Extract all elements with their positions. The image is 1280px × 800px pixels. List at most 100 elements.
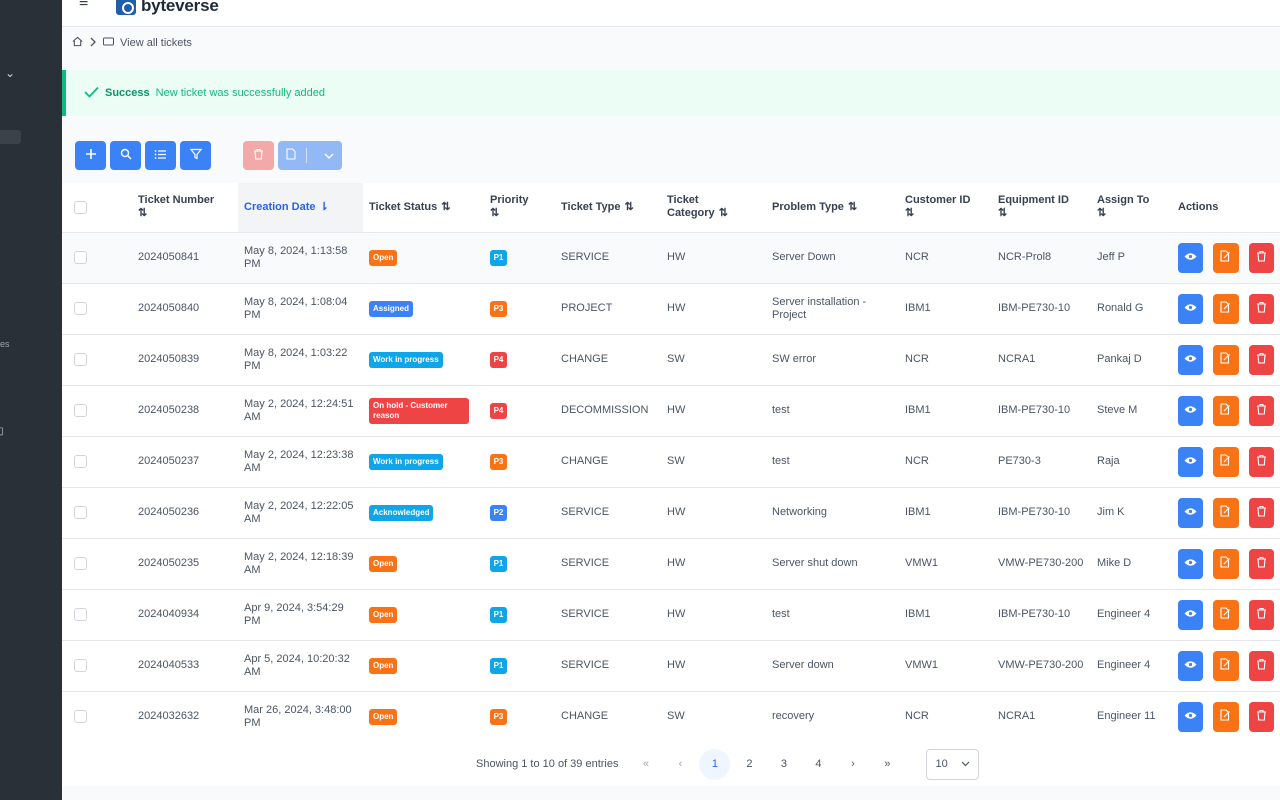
row-checkbox[interactable] [74,608,87,621]
breadcrumb: View all tickets [72,35,192,51]
table-row[interactable]: 2024050840 May 8, 2024, 1:08:04 PM Assigne… [62,283,1280,335]
view-ticket-button[interactable] [1178,701,1204,732]
next-page-button[interactable]: › [837,749,868,780]
edit-icon [1220,556,1231,571]
search-button[interactable] [110,141,141,170]
page-button-4[interactable]: 4 [803,749,834,780]
columns-button[interactable] [145,141,176,170]
row-checkbox[interactable] [74,506,87,519]
actions-cell [1172,283,1280,335]
creation-date: May 8, 2024, 1:08:04 PM [238,283,363,335]
sort-icon: ⇅ [998,207,1008,220]
page-size-select[interactable]: 10 [926,748,980,780]
view-ticket-button[interactable] [1178,242,1204,273]
column-problem-type[interactable]: Problem Type ⇅ [766,183,899,233]
edit-ticket-button[interactable] [1213,548,1239,579]
row-checkbox[interactable] [74,710,87,723]
edit-ticket-button[interactable] [1213,395,1239,426]
first-page-button[interactable]: « [630,749,661,780]
logo[interactable]: byteverse [116,0,219,16]
table-row[interactable]: 2024050841 May 8, 2024, 1:13:58 PM Open P1 S… [62,232,1280,284]
add-ticket-button[interactable] [75,141,106,170]
ticket-category: HW [661,640,766,692]
view-ticket-button[interactable] [1178,497,1204,528]
problem-type: recovery [766,691,899,743]
export-split-button[interactable] [278,141,342,170]
delete-ticket-button[interactable] [1248,599,1274,630]
table-row[interactable]: 2024050236 May 2, 2024, 12:22:05 AM Acknow… [62,487,1280,539]
view-ticket-button[interactable] [1178,395,1204,426]
column-creation-date[interactable]: Creation Date ⇂ [238,183,363,233]
sidebar-top-icon[interactable]: ⌃⌃ [36,0,56,8]
row-checkbox[interactable] [74,251,87,264]
prev-page-button[interactable]: ‹ [665,749,696,780]
column-ticket-type[interactable]: Ticket Type ⇅ [555,183,661,233]
delete-ticket-button[interactable] [1248,650,1274,681]
table-row[interactable]: 2024032632 Mar 26, 2024, 3:48:00 PM Open P3… [62,691,1280,743]
column-ticket-status[interactable]: Ticket Status ⇅ [363,183,484,233]
delete-ticket-button[interactable] [1248,548,1274,579]
edit-ticket-button[interactable] [1213,497,1239,528]
select-all-checkbox[interactable] [74,200,87,214]
delete-ticket-button[interactable] [1248,242,1274,273]
sidebar-item-active[interactable] [0,130,21,144]
sidebar-item-icon[interactable]: ▯ [0,426,4,437]
filter-button[interactable] [180,141,211,170]
delete-ticket-button[interactable] [1248,344,1274,375]
view-ticket-button[interactable] [1178,599,1204,630]
table-row[interactable]: 2024040934 Apr 9, 2024, 3:54:29 PM Open P1 S… [62,589,1280,641]
edit-ticket-button[interactable] [1213,344,1239,375]
table-row[interactable]: 2024050237 May 2, 2024, 12:23:38 AM Work i… [62,436,1280,488]
table-row[interactable]: 2024040533 Apr 5, 2024, 10:20:32 AM Open P1… [62,640,1280,692]
chevron-down-icon[interactable] [324,148,334,163]
hamburger-menu-icon[interactable]: ≡ [79,0,88,12]
sort-icon: ⇅ [138,207,148,220]
column-label: Ticket Type [561,200,621,213]
column-priority[interactable]: Priority ⇅ [484,183,555,233]
edit-ticket-button[interactable] [1213,242,1239,273]
table-row[interactable]: 2024050235 May 2, 2024, 12:18:39 AM Open P1… [62,538,1280,590]
delete-ticket-button[interactable] [1248,497,1274,528]
row-checkbox[interactable] [74,455,87,468]
row-checkbox[interactable] [74,557,87,570]
view-ticket-button[interactable] [1178,650,1204,681]
edit-ticket-button[interactable] [1213,599,1239,630]
last-page-button[interactable]: » [872,749,903,780]
delete-selected-button[interactable] [243,141,274,170]
column-ticket-category[interactable]: Ticket Category ⇅ [661,183,766,233]
delete-ticket-button[interactable] [1248,446,1274,477]
column-equipment-id[interactable]: Equipment ID ⇅ [992,183,1091,233]
edit-ticket-button[interactable] [1213,446,1239,477]
column-assign-to[interactable]: Assign To ⇅ [1091,183,1172,233]
row-checkbox[interactable] [74,302,87,315]
view-ticket-button[interactable] [1178,293,1204,324]
view-ticket-button[interactable] [1178,548,1204,579]
customer-id: IBM1 [899,589,992,641]
chevron-down-icon[interactable]: ⌄ [5,66,15,80]
row-checkbox[interactable] [74,353,87,366]
page-button-2[interactable]: 2 [734,749,765,780]
row-checkbox[interactable] [74,404,87,417]
column-ticket-number[interactable]: Ticket Number ⇅ [132,183,238,233]
table-row[interactable]: 2024050238 May 2, 2024, 12:24:51 AM On hol… [62,385,1280,437]
edit-ticket-button[interactable] [1213,701,1239,732]
sidebar-item-label[interactable]: es [0,339,10,349]
problem-type: Networking [766,487,899,539]
delete-ticket-button[interactable] [1248,395,1274,426]
row-checkbox[interactable] [74,659,87,672]
column-customer-id[interactable]: Customer ID ⇅ [899,183,992,233]
trash-icon [253,148,264,163]
view-ticket-button[interactable] [1178,344,1204,375]
page-button-1[interactable]: 1 [699,748,731,780]
file-icon[interactable] [286,148,308,163]
view-ticket-button[interactable] [1178,446,1204,477]
page-button-3[interactable]: 3 [768,749,799,780]
edit-ticket-button[interactable] [1213,293,1239,324]
table-row[interactable]: 2024050839 May 8, 2024, 1:03:22 PM Work in… [62,334,1280,386]
edit-icon [1220,352,1231,367]
delete-ticket-button[interactable] [1248,293,1274,324]
delete-ticket-button[interactable] [1248,701,1274,732]
edit-ticket-button[interactable] [1213,650,1239,681]
home-icon[interactable] [72,36,83,50]
eye-icon [1184,710,1197,723]
